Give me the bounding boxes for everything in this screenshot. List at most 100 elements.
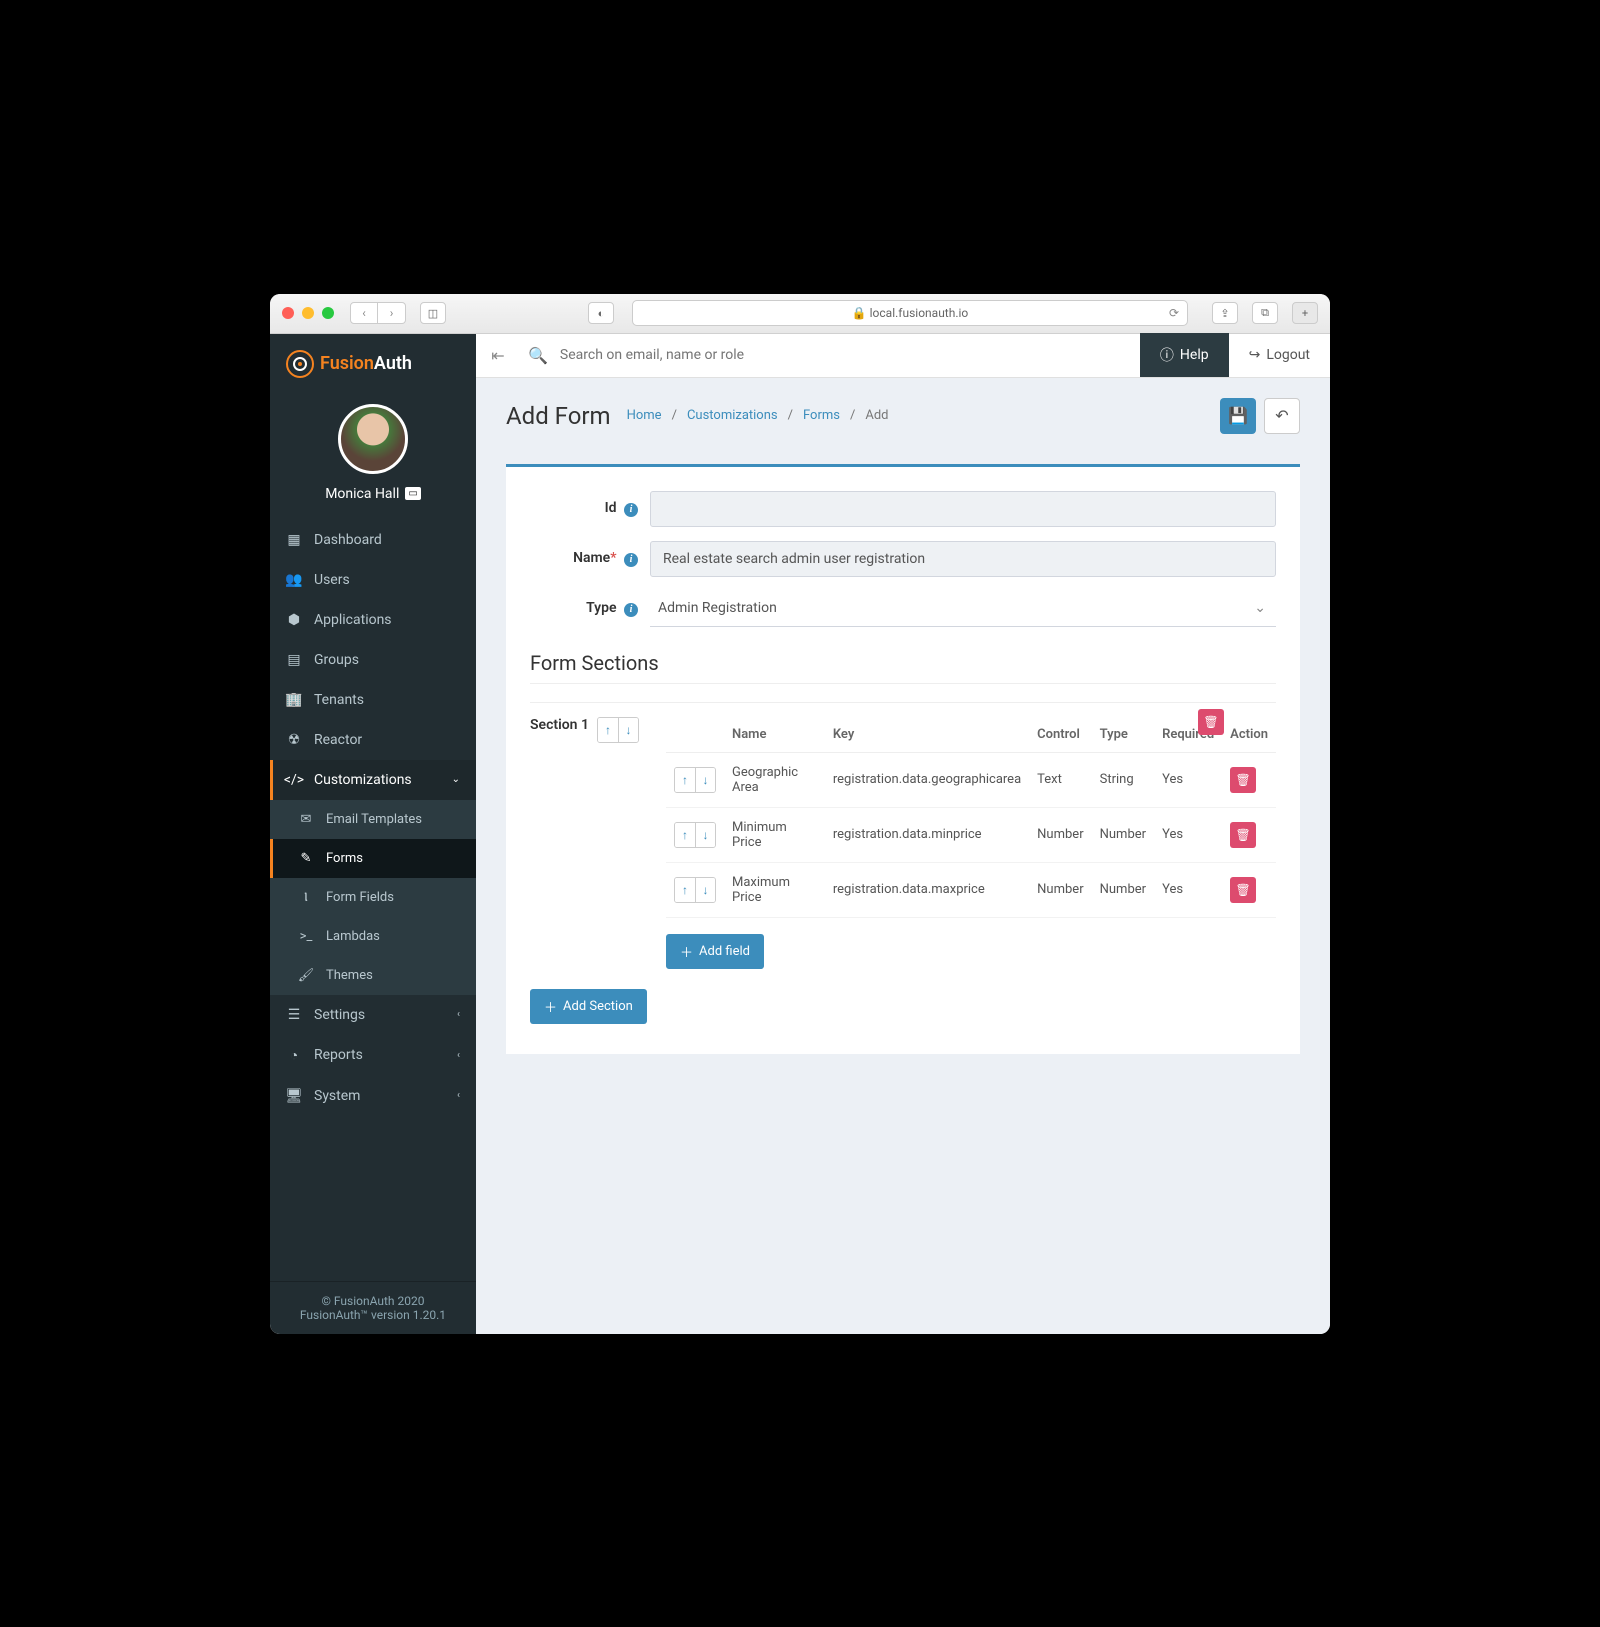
- reactor-icon: ☢: [286, 732, 302, 748]
- save-icon: 💾: [1228, 406, 1248, 425]
- delete-row-button[interactable]: 🗑: [1230, 767, 1256, 793]
- sidebar-item-groups[interactable]: ▤Groups: [270, 640, 476, 680]
- label-id: Id i: [530, 500, 650, 517]
- reload-icon[interactable]: ⟳: [1169, 306, 1179, 320]
- sidebar-footer: © FusionAuth 2020 FusionAuth™ version 1.…: [270, 1281, 476, 1334]
- info-icon[interactable]: i: [624, 553, 638, 567]
- sidebar-item-system[interactable]: 🖥System‹: [270, 1076, 476, 1116]
- sidebar-item-form-fields[interactable]: ⲒForm Fields: [270, 878, 476, 917]
- add-section-button[interactable]: ＋Add Section: [530, 989, 647, 1024]
- shield-icon[interactable]: ◐: [588, 302, 614, 324]
- window-maximize[interactable]: [322, 307, 334, 319]
- browser-titlebar: ‹ › ◫ ◐ 🔒 local.fusionauth.io ⟳ ⇪ ⧉ +: [270, 294, 1330, 334]
- form-card: Id i Name* i Type i Admin Registration F…: [506, 464, 1300, 1054]
- logo-mark-icon: [286, 350, 314, 378]
- row-move-down[interactable]: ↓: [695, 768, 715, 792]
- save-button[interactable]: 💾: [1220, 398, 1256, 434]
- sidebar-item-applications[interactable]: ⬢Applications: [270, 600, 476, 640]
- avatar[interactable]: [338, 404, 408, 474]
- pie-icon: ◔: [286, 1047, 302, 1064]
- sidebar-item-email-templates[interactable]: ✉Email Templates: [270, 800, 476, 839]
- sidebar-item-lambdas[interactable]: >_Lambdas: [270, 917, 476, 956]
- sidebar-item-dashboard[interactable]: ▦Dashboard: [270, 520, 476, 560]
- add-field-button[interactable]: ＋Add field: [666, 934, 764, 969]
- sidebar-item-settings[interactable]: ☰Settings‹: [270, 995, 476, 1035]
- crumb-customizations[interactable]: Customizations: [687, 408, 778, 423]
- cell-required: Yes: [1154, 807, 1222, 862]
- plus-icon: ＋: [680, 942, 693, 961]
- section-label: Section 1: [530, 717, 589, 733]
- code-icon: </>: [286, 772, 302, 788]
- page-title: Add Form: [506, 402, 611, 430]
- back-button[interactable]: ↶: [1264, 398, 1300, 434]
- tabs-icon[interactable]: ⧉: [1252, 302, 1278, 324]
- info-icon[interactable]: i: [624, 603, 638, 617]
- browser-forward[interactable]: ›: [378, 302, 406, 324]
- breadcrumb: Home/ Customizations/ Forms/ Add: [627, 408, 889, 423]
- crumb-forms[interactable]: Forms: [803, 408, 840, 423]
- cell-type: Number: [1092, 807, 1154, 862]
- row-move-down[interactable]: ↓: [695, 823, 715, 847]
- sidebar-item-themes[interactable]: 🖌Themes: [270, 956, 476, 995]
- cell-type: Number: [1092, 862, 1154, 917]
- cell-required: Yes: [1154, 752, 1222, 807]
- label-name: Name* i: [530, 550, 650, 567]
- sidebar-item-reactor[interactable]: ☢Reactor: [270, 720, 476, 760]
- window-close[interactable]: [282, 307, 294, 319]
- logo[interactable]: FusionAuth: [270, 334, 476, 394]
- sidebar-toggle-icon[interactable]: ◫: [420, 302, 446, 324]
- search-icon: 🔍: [528, 346, 548, 365]
- id-card-icon: ▭: [405, 487, 420, 500]
- sidebar-item-users[interactable]: 👥Users: [270, 560, 476, 600]
- url-bar[interactable]: 🔒 local.fusionauth.io ⟳: [632, 300, 1188, 326]
- crumb-home[interactable]: Home: [627, 408, 662, 423]
- share-icon[interactable]: ⇪: [1212, 302, 1238, 324]
- table-row: ↑↓ Minimum Price registration.data.minpr…: [666, 807, 1276, 862]
- logout-button[interactable]: ↪Logout: [1229, 333, 1330, 377]
- sidebar-item-tenants[interactable]: 🏢Tenants: [270, 680, 476, 720]
- chevron-left-icon: ‹: [457, 1050, 460, 1061]
- undo-icon: ↶: [1275, 406, 1288, 425]
- col-action: Action: [1222, 717, 1276, 753]
- logout-icon: ↪: [1249, 347, 1261, 363]
- sidebar-item-forms[interactable]: ✎Forms: [270, 839, 476, 878]
- cell-required: Yes: [1154, 862, 1222, 917]
- brush-icon: 🖌: [298, 968, 314, 983]
- cell-control: Text: [1029, 752, 1091, 807]
- building-icon: 🏢: [286, 692, 302, 708]
- id-field[interactable]: [650, 491, 1276, 527]
- delete-row-button[interactable]: 🗑: [1230, 822, 1256, 848]
- name-field[interactable]: [650, 541, 1276, 577]
- row-move-down[interactable]: ↓: [695, 878, 715, 902]
- row-move-up[interactable]: ↑: [675, 823, 695, 847]
- sections-heading: Form Sections: [530, 651, 1276, 684]
- row-move-up[interactable]: ↑: [675, 768, 695, 792]
- cell-key: registration.data.maxprice: [825, 862, 1029, 917]
- col-type: Type: [1092, 717, 1154, 753]
- info-icon[interactable]: i: [624, 503, 638, 517]
- cell-key: registration.data.geographicarea: [825, 752, 1029, 807]
- dashboard-icon: ▦: [286, 532, 302, 548]
- search-input[interactable]: [560, 347, 1132, 363]
- delete-row-button[interactable]: 🗑: [1230, 877, 1256, 903]
- help-button[interactable]: ⓘHelp: [1140, 333, 1229, 377]
- username: Monica Hall▭: [270, 486, 476, 502]
- delete-section-button[interactable]: 🗑: [1198, 709, 1224, 735]
- pencil-icon: ✎: [298, 851, 314, 866]
- type-select[interactable]: Admin Registration: [650, 591, 1276, 627]
- label-type: Type i: [530, 600, 650, 617]
- window-minimize[interactable]: [302, 307, 314, 319]
- chevron-down-icon: ⌄: [452, 774, 460, 785]
- cell-control: Number: [1029, 807, 1091, 862]
- sidebar-item-customizations[interactable]: </>Customizations⌄: [270, 760, 476, 800]
- collapse-sidebar-button[interactable]: ⇤: [476, 346, 520, 365]
- browser-back[interactable]: ‹: [350, 302, 378, 324]
- col-control: Control: [1029, 717, 1091, 753]
- chevron-left-icon: ‹: [457, 1090, 460, 1101]
- row-move-up[interactable]: ↑: [675, 878, 695, 902]
- section-move-down[interactable]: ↓: [618, 718, 638, 742]
- monitor-icon: 🖥: [286, 1088, 302, 1104]
- section-move-up[interactable]: ↑: [598, 718, 618, 742]
- new-tab-icon[interactable]: +: [1292, 302, 1318, 324]
- sidebar-item-reports[interactable]: ◔Reports‹: [270, 1035, 476, 1076]
